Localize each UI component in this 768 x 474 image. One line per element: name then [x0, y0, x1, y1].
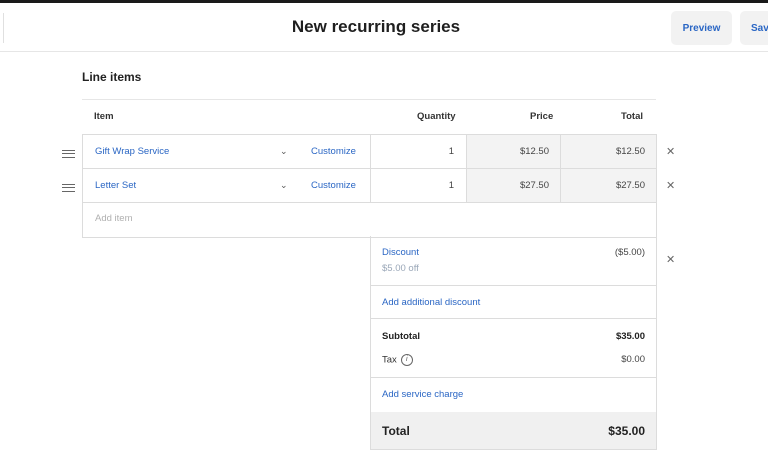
column-header-quantity: Quantity	[417, 111, 456, 122]
chevron-down-icon[interactable]: ⌄	[280, 146, 288, 157]
add-service-charge-link[interactable]: Add service charge	[382, 389, 463, 400]
customize-link[interactable]: Customize	[311, 146, 356, 157]
customize-link[interactable]: Customize	[311, 180, 356, 191]
total-value: $12.50	[615, 146, 645, 157]
column-header-total: Total	[621, 111, 643, 122]
preview-button[interactable]: Preview	[671, 11, 732, 45]
line-items-title: Line items	[82, 70, 142, 84]
discount-value: ($5.00)	[614, 247, 645, 258]
subtotal-label: Subtotal	[382, 331, 420, 342]
price-value: $27.50	[519, 180, 549, 191]
order-summary: Discount $5.00 off ($5.00) Add additiona…	[370, 236, 657, 450]
item-select[interactable]: Gift Wrap Service	[95, 146, 169, 157]
item-select[interactable]: Letter Set	[95, 180, 136, 191]
discount-detail: $5.00 off	[382, 263, 419, 274]
subtotal-value: $35.00	[615, 331, 645, 342]
tax-row: Tax i	[382, 354, 413, 366]
quantity-input[interactable]: 1	[371, 180, 454, 191]
line-items-table: Gift Wrap Service ⌄ Customize 1 $12.50 $…	[82, 134, 657, 238]
row-divider	[83, 202, 656, 203]
add-item-input[interactable]: Add item	[95, 213, 133, 224]
page-title: New recurring series	[291, 17, 461, 36]
header-divider	[82, 99, 656, 100]
total-row: Total $35.00	[371, 412, 656, 449]
total-value: $35.00	[608, 424, 645, 438]
summary-divider	[371, 285, 656, 286]
tax-value: $0.00	[621, 354, 645, 365]
tax-label: Tax	[382, 354, 397, 366]
close-icon[interactable]: ✕	[666, 253, 675, 266]
drag-handle-icon[interactable]	[62, 184, 75, 192]
summary-divider	[371, 377, 656, 378]
column-header-price: Price	[530, 111, 554, 122]
save-button[interactable]: Save	[740, 11, 768, 45]
quantity-input[interactable]: 1	[371, 146, 454, 157]
close-icon[interactable]: ✕	[666, 179, 675, 192]
column-header-item: Item	[94, 111, 114, 122]
total-label: Total	[382, 424, 410, 438]
drag-handle-icon[interactable]	[62, 150, 75, 158]
price-value: $12.50	[519, 146, 549, 157]
total-value: $27.50	[615, 180, 645, 191]
summary-divider	[371, 318, 656, 319]
add-additional-discount-link[interactable]: Add additional discount	[382, 297, 480, 308]
header-bar: New recurring series Preview Save	[0, 3, 768, 52]
row-divider	[83, 168, 656, 169]
discount-link[interactable]: Discount	[382, 247, 419, 258]
info-icon[interactable]: i	[400, 354, 413, 366]
close-icon[interactable]: ✕	[666, 145, 675, 158]
chevron-down-icon[interactable]: ⌄	[280, 180, 288, 191]
